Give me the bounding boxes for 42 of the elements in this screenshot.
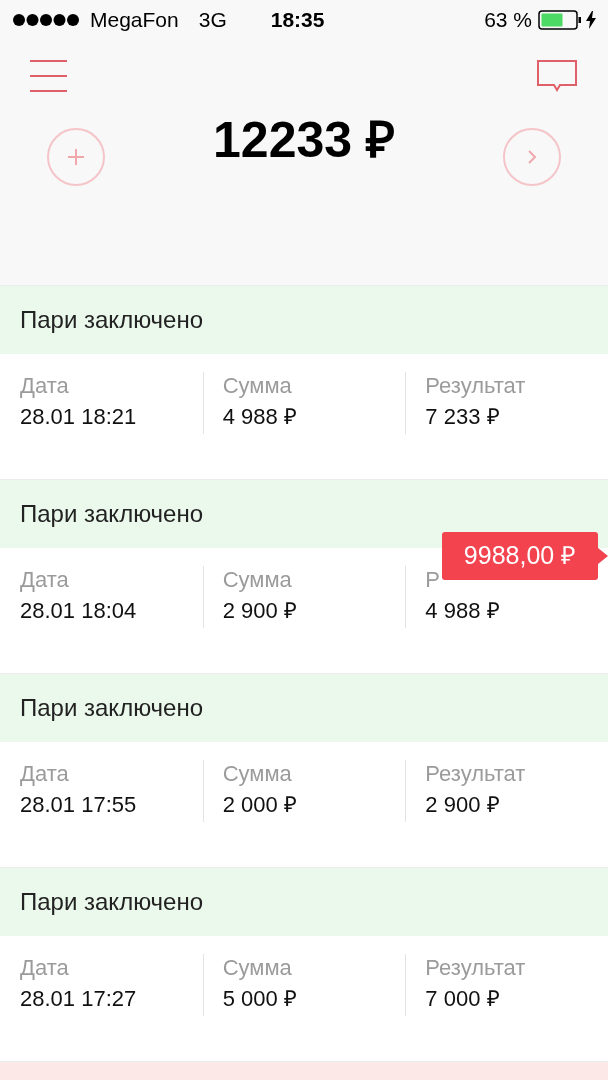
field-label: Сумма (222, 566, 293, 594)
field-label: Сумма (222, 954, 293, 982)
field-label: Результат (425, 372, 527, 400)
plus-icon (68, 149, 84, 165)
field-value: 28.01 18:04 (20, 597, 138, 625)
field-value: 2 900 ₽ (425, 791, 501, 819)
bet-status: Пари заключено (20, 305, 204, 335)
field-value: 5 000 ₽ (222, 985, 298, 1013)
carrier-name: MegaFon (90, 7, 179, 34)
field-value: 28.01 18:21 (20, 403, 138, 431)
chevron-right-icon (527, 149, 537, 165)
bet-status: Пари заключено (20, 887, 204, 917)
field-value: 28.01 17:55 (20, 791, 138, 819)
field-value: 7 000 ₽ (425, 985, 501, 1013)
battery-icon (538, 10, 582, 30)
charging-icon (586, 11, 596, 29)
chat-icon[interactable] (537, 60, 577, 92)
field-value: 28.01 17:27 (20, 985, 138, 1013)
field-label: Дата (20, 760, 70, 788)
bet-status: Пари заключено (20, 693, 204, 723)
battery-percent: 63 % (484, 7, 532, 34)
field-label: Сумма (222, 372, 293, 400)
field-value: 4 988 ₽ (425, 597, 501, 625)
field-label: Р (425, 566, 442, 594)
signal-icon (12, 13, 82, 27)
field-value: 2 000 ₽ (222, 791, 298, 819)
amount-tooltip: 9988,00 ₽ (442, 532, 608, 580)
bet-status: Пари заключено (20, 499, 204, 529)
field-value: 2 900 ₽ (222, 597, 298, 625)
balance-amount: 12233 ₽ (213, 111, 395, 170)
field-value: 4 988 ₽ (222, 403, 298, 431)
network-type: 3G (198, 7, 227, 34)
field-label: Результат (425, 760, 527, 788)
menu-icon[interactable] (30, 60, 67, 92)
field-label: Сумма (222, 760, 293, 788)
field-label: Дата (20, 372, 70, 400)
field-label: Дата (20, 566, 70, 594)
clock: 18:35 (270, 7, 325, 34)
field-label: Результат (425, 954, 527, 982)
tooltip-pointer-icon (598, 548, 608, 564)
field-label: Дата (20, 954, 70, 982)
field-value: 7 233 ₽ (425, 403, 501, 431)
